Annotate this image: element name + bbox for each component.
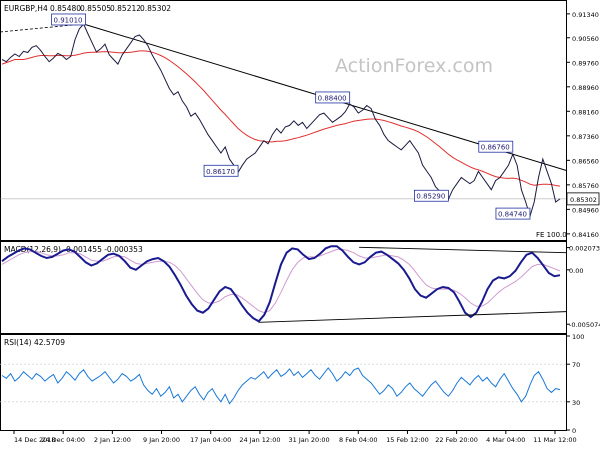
chart-canvas: ActionForex.com EURGBP,H4 0.85480 0.8550…	[0, 0, 600, 444]
ohlc-high: 0.85505	[80, 4, 111, 13]
last-price-label: 0.85302	[570, 196, 597, 204]
price-y-tick-label: 0.91340	[572, 11, 599, 19]
swing-label: 0.84740	[498, 211, 527, 219]
price-y-tick-label: 0.90560	[572, 35, 599, 43]
price-panel	[0, 0, 567, 241]
swing-label: 0.86760	[481, 144, 510, 152]
price-y-tick-label: 0.87360	[572, 133, 599, 141]
rsi-panel	[0, 334, 567, 431]
macd-y-tick-label: 0.00	[569, 267, 583, 275]
chart-window: ActionForex.com EURGBP,H4 0.85480 0.8550…	[0, 0, 600, 450]
x-tick-label: 8 Feb 04:00	[339, 436, 378, 444]
fe-corner-label: FE 100.0	[536, 231, 567, 239]
ohlc-low: 0.85212	[110, 4, 141, 13]
price-y-tick-label: 0.84160	[572, 231, 599, 239]
x-tick-label: 22 Feb 20:00	[435, 436, 478, 444]
swing-label: 0.91010	[54, 16, 83, 24]
x-tick-label: 4 Mar 04:00	[486, 436, 525, 444]
symbol-label: EURGBP,H4	[4, 4, 48, 13]
x-tick-label: 11 Mar 12:00	[533, 436, 576, 444]
swing-label: 0.85290	[416, 193, 445, 201]
rsi-title: RSI(14) 42.5709	[4, 338, 65, 347]
ohlc-open: 0.85480	[50, 4, 81, 13]
price-y-tick-label: 0.86560	[572, 157, 599, 165]
swing-label: 0.88400	[318, 94, 347, 102]
macd-y-tick-label: -0.005074	[569, 321, 600, 329]
macd-y-tick-label: 0.002073	[569, 245, 600, 253]
price-y-tick-label: 0.89760	[572, 59, 599, 67]
x-tick-label: 24 Jan 12:00	[239, 436, 280, 444]
rsi-y-tick-label: 100	[572, 333, 584, 341]
x-tick-label: 15 Feb 12:00	[386, 436, 429, 444]
x-tick-label: 2 Jan 12:00	[94, 436, 131, 444]
rsi-y-tick-label: 70	[572, 361, 580, 369]
price-y-tick-label: 0.88960	[572, 84, 599, 92]
x-tick-label: 17 Jan 04:00	[190, 436, 231, 444]
rsi-y-tick-label: 0	[572, 427, 576, 435]
x-tick-label: 31 Jan 20:00	[289, 436, 330, 444]
rsi-y-tick-label: 30	[572, 399, 580, 407]
swing-label: 0.86170	[206, 168, 235, 176]
price-y-tick-label: 0.84960	[572, 206, 599, 214]
price-y-tick-label: 0.85760	[572, 182, 599, 190]
watermark: ActionForex.com	[335, 55, 493, 77]
x-tick-label: 9 Jan 20:00	[143, 436, 180, 444]
price-y-tick-label: 0.88160	[572, 108, 599, 116]
ohlc-close: 0.85302	[140, 4, 171, 13]
x-tick-label: 24 Dec 04:00	[41, 436, 85, 444]
